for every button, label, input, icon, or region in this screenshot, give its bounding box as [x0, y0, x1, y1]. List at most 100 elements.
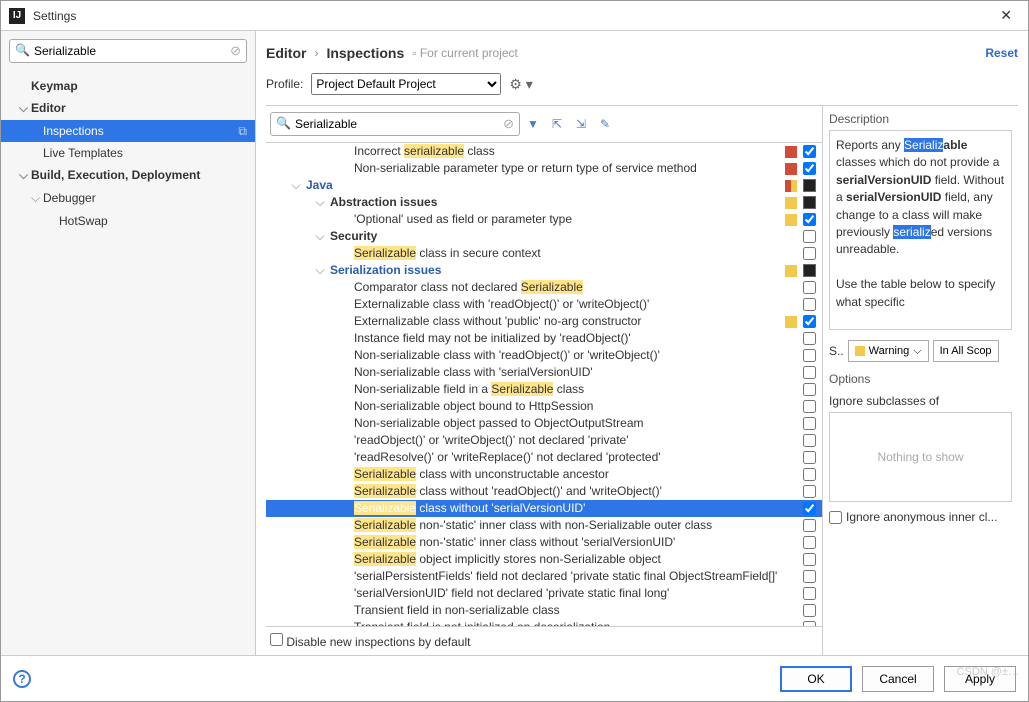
reset-profile-icon[interactable]: ✎ — [594, 113, 616, 135]
severity-indicator — [785, 248, 797, 260]
inspection-checkbox[interactable] — [803, 570, 816, 583]
severity-indicator — [785, 163, 797, 175]
collapse-all-icon[interactable]: ⇲ — [570, 113, 592, 135]
clear-icon[interactable]: ⊘ — [230, 43, 241, 59]
inspection-checkbox[interactable] — [803, 281, 816, 294]
scope-button[interactable]: In All Scop — [933, 340, 999, 362]
inspection-row[interactable]: Incorrect serializable class — [266, 143, 822, 160]
inspection-row[interactable]: Serializable class in secure context — [266, 245, 822, 262]
crumb-editor[interactable]: Editor — [266, 45, 306, 61]
inspections-search-input[interactable] — [270, 112, 520, 136]
inspection-checkbox[interactable] — [803, 417, 816, 430]
inspection-row[interactable]: Externalizable class without 'public' no… — [266, 313, 822, 330]
sidebar-search-input[interactable] — [9, 39, 247, 63]
ignore-anonymous-checkbox[interactable] — [829, 511, 842, 524]
sidebar-item-keymap[interactable]: Keymap — [1, 75, 255, 97]
profile-select[interactable]: Project Default Project — [311, 73, 501, 95]
inspection-row[interactable]: Serializable class without 'serialVersio… — [266, 500, 822, 517]
inspection-row[interactable]: Serializable object implicitly stores no… — [266, 551, 822, 568]
inspection-row[interactable]: ⌵Java — [266, 177, 822, 194]
filter-icon[interactable]: ▼ — [522, 113, 544, 135]
inspection-row[interactable]: 'readObject()' or 'writeObject()' not de… — [266, 432, 822, 449]
sidebar-item-inspections[interactable]: Inspections⧉ — [1, 120, 255, 142]
inspection-row[interactable]: 'serialPersistentFields' field not decla… — [266, 568, 822, 585]
ignore-subclasses-list[interactable]: Nothing to show + − — [829, 412, 1012, 502]
inspection-checkbox[interactable] — [803, 536, 816, 549]
sidebar-item-debugger[interactable]: ⌵Debugger — [1, 187, 255, 210]
inspection-row[interactable]: Externalizable class with 'readObject()'… — [266, 296, 822, 313]
ok-button[interactable]: OK — [780, 666, 852, 692]
inspection-row[interactable]: 'readResolve()' or 'writeReplace()' not … — [266, 449, 822, 466]
inspection-checkbox[interactable] — [803, 553, 816, 566]
inspection-row[interactable]: Transient field is not initialized on de… — [266, 619, 822, 626]
inspection-checkbox[interactable] — [803, 298, 816, 311]
severity-indicator — [785, 401, 797, 413]
clear-icon[interactable]: ⊘ — [503, 116, 514, 132]
inspection-checkbox[interactable] — [803, 366, 816, 379]
inspection-checkbox[interactable] — [803, 468, 816, 481]
inspection-row[interactable]: Non-serializable class with 'serialVersi… — [266, 364, 822, 381]
inspections-tree[interactable]: Incorrect serializable classNon-serializ… — [266, 143, 822, 626]
inspection-row[interactable]: ⌵Security — [266, 228, 822, 245]
cancel-button[interactable]: Cancel — [862, 666, 934, 692]
inspection-checkbox[interactable] — [803, 349, 816, 362]
project-hint: ▫ For current project — [412, 46, 518, 60]
severity-select[interactable]: Warning⌵ — [848, 340, 929, 362]
disable-new-checkbox[interactable]: Disable new inspections by default — [270, 635, 470, 649]
inspection-row[interactable]: ⌵Abstraction issues — [266, 194, 822, 211]
inspection-row[interactable]: Non-serializable object passed to Object… — [266, 415, 822, 432]
inspection-checkbox[interactable] — [803, 485, 816, 498]
severity-indicator — [785, 418, 797, 430]
close-icon[interactable]: ✕ — [992, 7, 1020, 24]
inspection-row[interactable]: Serializable non-'static' inner class wi… — [266, 517, 822, 534]
inspection-checkbox[interactable] — [803, 434, 816, 447]
inspection-checkbox[interactable] — [803, 451, 816, 464]
inspection-row[interactable]: 'serialVersionUID' field not declared 'p… — [266, 585, 822, 602]
inspection-checkbox[interactable] — [803, 587, 816, 600]
severity-indicator — [785, 452, 797, 464]
ignore-anonymous-row[interactable]: Ignore anonymous inner cl... — [829, 510, 1012, 524]
options-heading: Options — [829, 372, 1012, 386]
inspection-row[interactable]: Non-serializable parameter type or retur… — [266, 160, 822, 177]
inspection-row[interactable]: Comparator class not declared Serializab… — [266, 279, 822, 296]
inspection-row[interactable]: Instance field may not be initialized by… — [266, 330, 822, 347]
inspection-row[interactable]: 'Optional' used as field or parameter ty… — [266, 211, 822, 228]
disable-row: Disable new inspections by default — [266, 626, 822, 655]
inspection-row[interactable]: Serializable non-'static' inner class wi… — [266, 534, 822, 551]
gear-icon[interactable]: ⚙ ▾ — [509, 76, 532, 93]
inspection-checkbox[interactable] — [803, 264, 816, 277]
sidebar-item-hotswap[interactable]: HotSwap — [1, 210, 255, 232]
inspection-row[interactable]: Serializable class without 'readObject()… — [266, 483, 822, 500]
sidebar: 🔍 ⊘ Keymap⌵EditorInspections⧉Live Templa… — [1, 31, 256, 655]
inspection-checkbox[interactable] — [803, 145, 816, 158]
inspection-row[interactable]: Serializable class with unconstructable … — [266, 466, 822, 483]
inspection-row[interactable]: Non-serializable object bound to HttpSes… — [266, 398, 822, 415]
severity-indicator — [785, 605, 797, 617]
inspection-checkbox[interactable] — [803, 213, 816, 226]
inspection-row[interactable]: ⌵Serialization issues — [266, 262, 822, 279]
inspection-checkbox[interactable] — [803, 400, 816, 413]
inspection-checkbox[interactable] — [803, 196, 816, 209]
inspection-checkbox[interactable] — [803, 383, 816, 396]
inspection-checkbox[interactable] — [803, 519, 816, 532]
severity-indicator — [785, 503, 797, 515]
inspection-row[interactable]: Transient field in non-serializable clas… — [266, 602, 822, 619]
sidebar-item-editor[interactable]: ⌵Editor — [1, 97, 255, 120]
inspection-row[interactable]: Non-serializable class with 'readObject(… — [266, 347, 822, 364]
sidebar-item-live-templates[interactable]: Live Templates — [1, 142, 255, 164]
sidebar-item-build-execution-deployment[interactable]: ⌵Build, Execution, Deployment — [1, 164, 255, 187]
inspection-checkbox[interactable] — [803, 502, 816, 515]
inspection-checkbox[interactable] — [803, 332, 816, 345]
severity-indicator — [785, 146, 797, 158]
inspection-checkbox[interactable] — [803, 162, 816, 175]
inspection-checkbox[interactable] — [803, 604, 816, 617]
help-icon[interactable]: ? — [13, 670, 31, 688]
expand-all-icon[interactable]: ⇱ — [546, 113, 568, 135]
inspection-row[interactable]: Non-serializable field in a Serializable… — [266, 381, 822, 398]
inspection-checkbox[interactable] — [803, 230, 816, 243]
reset-link[interactable]: Reset — [985, 46, 1018, 60]
inspection-checkbox[interactable] — [803, 179, 816, 192]
inspection-checkbox[interactable] — [803, 247, 816, 260]
inspection-checkbox[interactable] — [803, 315, 816, 328]
apply-button[interactable]: Apply — [944, 666, 1016, 692]
